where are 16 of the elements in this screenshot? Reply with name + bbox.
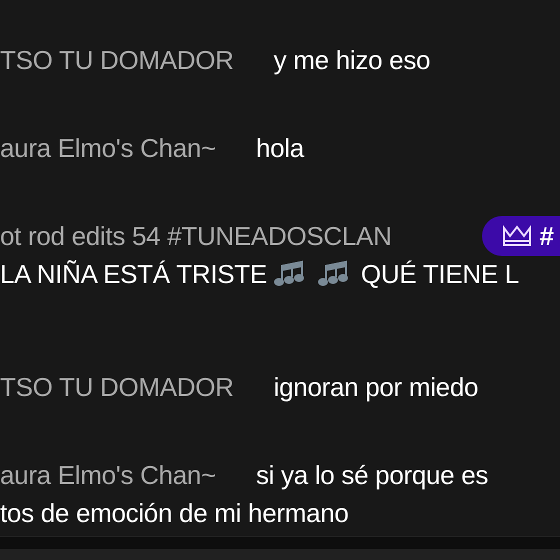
music-notes-icon [272,260,305,288]
author-name: TSO TU DOMADOR [0,372,234,402]
crown-icon [502,225,532,247]
badge-text: # [540,220,554,252]
author-name: ot rod edits 54 #TUNEADOSCLAN [0,220,392,252]
message-text: y me hizo eso [274,44,430,76]
author-name: TSO TU DOMADOR [0,44,234,76]
message-text: QUÉ TIENE L [360,258,519,290]
message-text: hola [256,132,304,164]
message-text: tos de emoción de mi hermano [0,498,349,528]
author-name: aura Elmo's Chan~ [0,132,216,164]
author-name: aura Elmo's Chan~ [0,460,216,490]
message-text: si ya lo sé porque es [256,460,488,490]
message-text: ignoran por miedo [274,372,478,402]
music-notes-icon [316,260,349,288]
message-text: LA NIÑA ESTÁ TRISTE [0,258,267,290]
